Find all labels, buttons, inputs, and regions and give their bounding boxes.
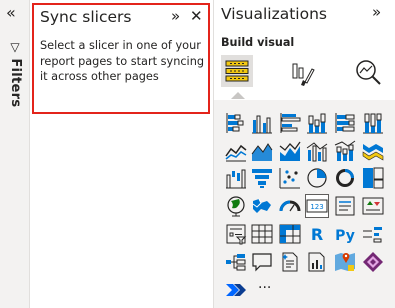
- treemap-icon[interactable]: [362, 167, 384, 189]
- sync-slicers-pane: Sync slicers » ✕ Select a slicer in one …: [32, 3, 210, 114]
- build-visual-tab[interactable]: [221, 55, 253, 87]
- sync-slicers-title: Sync slicers: [40, 8, 132, 26]
- waterfall-chart-icon[interactable]: [225, 167, 247, 189]
- analytics-magnifier-icon: [356, 60, 381, 85]
- filled-map-icon[interactable]: [251, 195, 273, 217]
- active-tab-indicator: [231, 92, 245, 99]
- more-visuals-button[interactable]: ···: [258, 280, 271, 296]
- visualizations-title: Visualizations: [221, 5, 327, 23]
- map-globe-icon[interactable]: [225, 195, 247, 217]
- build-visual-icon: [225, 60, 249, 82]
- qa-speech-bubble-icon[interactable]: [251, 251, 273, 273]
- line-stacked-column-chart-icon[interactable]: [334, 140, 356, 162]
- line-clustered-column-chart-icon[interactable]: [306, 140, 328, 162]
- kpi-icon[interactable]: [362, 195, 384, 217]
- filters-label[interactable]: ▽ Filters: [8, 40, 23, 107]
- key-influencers-icon[interactable]: [362, 223, 384, 245]
- table-icon[interactable]: [251, 223, 273, 245]
- expand-filters-icon[interactable]: «: [6, 3, 16, 22]
- decomposition-tree-icon[interactable]: [225, 251, 247, 273]
- collapse-visualizations-icon[interactable]: »: [372, 3, 381, 21]
- svg-text:R: R: [311, 225, 323, 244]
- slicer-icon[interactable]: [225, 223, 247, 245]
- stacked-column-chart-icon[interactable]: [306, 112, 328, 134]
- svg-text:Py: Py: [335, 228, 355, 244]
- stacked-area-chart-icon[interactable]: [279, 140, 301, 162]
- paginated-report-icon[interactable]: [306, 251, 328, 273]
- gauge-icon[interactable]: [279, 195, 301, 217]
- card-icon[interactable]: 123: [305, 194, 329, 218]
- multi-row-card-icon[interactable]: [334, 195, 356, 217]
- donut-chart-icon[interactable]: [334, 167, 356, 189]
- svg-text:123: 123: [310, 203, 323, 211]
- pie-chart-icon[interactable]: [306, 167, 328, 189]
- python-visual-icon[interactable]: Py: [334, 223, 356, 245]
- format-visual-tab[interactable]: [288, 60, 316, 88]
- funnel-chart-icon[interactable]: [251, 167, 273, 189]
- smart-narrative-icon[interactable]: [279, 251, 301, 273]
- analytics-tab[interactable]: [354, 58, 382, 86]
- 100-stacked-bar-chart-icon[interactable]: [334, 112, 356, 134]
- scatter-chart-icon[interactable]: [279, 167, 301, 189]
- 100-stacked-column-chart-icon[interactable]: [362, 112, 384, 134]
- area-chart-icon[interactable]: [251, 140, 273, 162]
- filters-label-text: Filters: [8, 58, 23, 108]
- paintbrush-icon: [292, 63, 315, 86]
- filter-funnel-icon: ▽: [8, 40, 22, 55]
- line-chart-icon[interactable]: [225, 140, 247, 162]
- matrix-icon[interactable]: [279, 223, 301, 245]
- power-automate-icon[interactable]: [225, 279, 247, 301]
- azure-map-icon[interactable]: [334, 251, 356, 273]
- filters-pane-collapsed[interactable]: « ▽ Filters: [0, 0, 30, 308]
- clustered-column-chart-icon[interactable]: [251, 112, 273, 134]
- ribbon-chart-icon[interactable]: [362, 140, 384, 162]
- power-apps-icon[interactable]: [362, 251, 384, 273]
- sync-slicers-description: Select a slicer in one of your report pa…: [40, 39, 205, 83]
- build-visual-label: Build visual: [221, 36, 295, 49]
- r-script-visual-icon[interactable]: R: [306, 223, 328, 245]
- collapse-sync-slicers-icon[interactable]: »: [171, 7, 180, 25]
- clustered-bar-chart-icon[interactable]: [279, 112, 301, 134]
- close-icon[interactable]: ✕: [190, 7, 203, 25]
- stacked-bar-chart-icon[interactable]: [225, 112, 247, 134]
